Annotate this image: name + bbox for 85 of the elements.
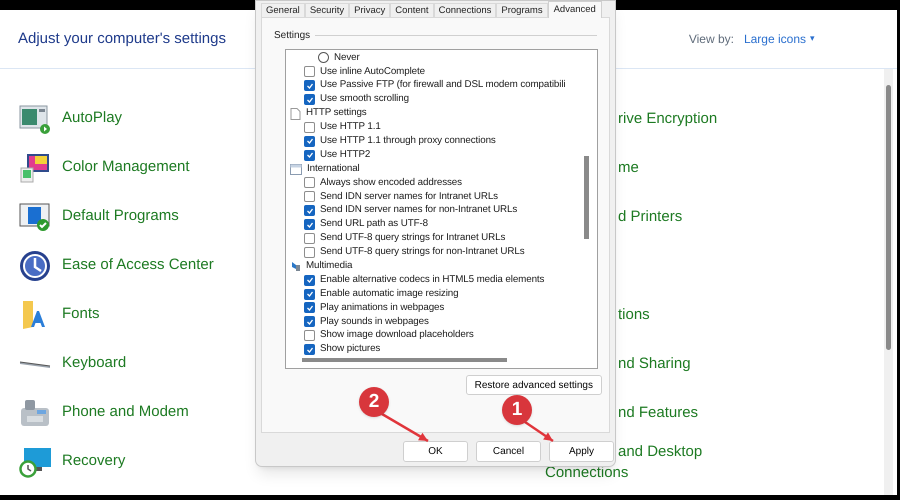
window-check-icon <box>19 202 51 232</box>
control-panel-item[interactable]: Fonts <box>18 290 100 339</box>
window-icon <box>290 164 302 175</box>
group-heading: HTTP settings <box>306 106 367 120</box>
group-label: Settings <box>274 29 310 43</box>
page-heading: Adjust your computer's settings <box>18 28 226 49</box>
control-panel-item[interactable]: Default Programs <box>18 192 179 241</box>
option-label: Show pictures <box>320 342 380 356</box>
autoplay-icon <box>19 104 51 134</box>
checkbox[interactable] <box>304 66 315 78</box>
option-label: Always show encoded addresses <box>320 176 462 190</box>
control-panel-item[interactable]: Ease of Access Center <box>18 241 214 290</box>
control-panel-link[interactable]: and Desktop <box>618 440 702 462</box>
accessibility-icon <box>19 250 51 282</box>
checkbox[interactable] <box>304 219 315 230</box>
option-label: Send IDN server names for Intranet URLs <box>320 190 498 204</box>
checkbox[interactable] <box>304 344 315 356</box>
tab[interactable]: Advanced <box>548 1 602 18</box>
tab[interactable]: Connections <box>434 3 496 17</box>
tab[interactable]: General <box>261 3 305 17</box>
control-panel-item[interactable]: Color Management <box>18 143 190 192</box>
view-by-label: View by: <box>688 31 734 48</box>
checkbox[interactable] <box>304 302 315 314</box>
horizontal-scrollbar[interactable] <box>302 358 507 362</box>
checkbox[interactable] <box>304 274 315 286</box>
option-label: Use HTTP 1.1 <box>320 120 381 134</box>
checkbox[interactable] <box>304 80 315 92</box>
control-panel-item[interactable]: Keyboard <box>18 339 126 388</box>
checkbox[interactable] <box>304 205 315 216</box>
option-label: Never <box>334 50 360 65</box>
option-label: Send URL path as UTF-8 <box>320 217 428 232</box>
option-label: Send UTF-8 query strings for non-Intranet URLs <box>320 245 524 260</box>
monitor-restore-icon <box>18 446 52 478</box>
control-panel-item[interactable]: Recovery <box>18 437 126 486</box>
scrollbar[interactable] <box>884 69 893 495</box>
control-panel-link[interactable]: nd Features <box>618 402 698 423</box>
checkbox[interactable] <box>304 122 315 133</box>
arrow <box>380 412 430 443</box>
checkbox[interactable] <box>304 136 315 147</box>
control-panel-link[interactable]: tions <box>618 304 650 325</box>
option-label: Play sounds in webpages <box>320 314 429 329</box>
checkbox[interactable] <box>304 150 315 161</box>
checkbox[interactable] <box>304 191 315 202</box>
control-panel-link[interactable]: d Printers <box>618 206 682 227</box>
option-label: Enable automatic image resizing <box>320 286 458 301</box>
checkbox[interactable] <box>304 246 315 258</box>
arrow <box>523 420 555 443</box>
control-panel-item[interactable]: AutoPlay <box>18 94 122 143</box>
tab[interactable]: Content <box>390 3 434 17</box>
group-heading: International <box>307 162 360 176</box>
option-label: Use smooth scrolling <box>320 92 409 106</box>
option-label: Send UTF-8 query strings for Intranet URLs <box>320 231 506 246</box>
page-icon <box>290 108 301 120</box>
checkbox[interactable] <box>304 316 315 328</box>
option-label: Use Passive FTP (for firewall and DSL modem compatibili <box>320 78 566 92</box>
option-label: Play animations in webpages <box>320 300 444 315</box>
control-panel-item[interactable]: Phone and Modem <box>18 388 189 437</box>
checkbox[interactable] <box>304 330 315 342</box>
option-label: Enable alternative codecs in HTML5 media elements <box>320 272 544 287</box>
checkbox[interactable] <box>304 177 315 188</box>
restore-button[interactable]: Restore advanced settings <box>466 375 602 395</box>
control-panel-link[interactable]: nd Sharing <box>618 353 691 374</box>
monitor-colors-icon <box>19 152 51 184</box>
dialog-button[interactable]: Apply <box>549 441 614 462</box>
checkbox[interactable] <box>304 233 315 244</box>
phone-icon <box>19 398 51 428</box>
view-dropdown[interactable]: Large icons ▾ <box>744 30 815 48</box>
tab[interactable]: Programs <box>496 3 548 17</box>
control-panel-link[interactable]: me <box>618 157 639 178</box>
option-label: Send IDN server names for non-Intranet URLs <box>320 203 518 218</box>
checkbox[interactable] <box>304 94 315 106</box>
group-heading: Multimedia <box>306 258 352 273</box>
control-panel-link[interactable]: rive Encryption <box>618 108 718 129</box>
media-icon <box>290 260 301 272</box>
option-label: Use HTTP2 <box>320 148 370 162</box>
dialog-button[interactable]: OK <box>403 441 468 462</box>
dialog-button[interactable]: Cancel <box>476 441 541 462</box>
radio-button[interactable] <box>318 52 329 64</box>
option-label: Use HTTP 1.1 through proxy connections <box>320 134 496 148</box>
tab[interactable]: Privacy <box>349 3 390 17</box>
option-label: Show image download placeholders <box>320 328 474 342</box>
vertical-scrollbar[interactable] <box>584 156 589 239</box>
checkbox[interactable] <box>304 288 315 300</box>
option-label: Use inline AutoComplete <box>320 64 425 78</box>
tab[interactable]: Security <box>304 3 350 17</box>
